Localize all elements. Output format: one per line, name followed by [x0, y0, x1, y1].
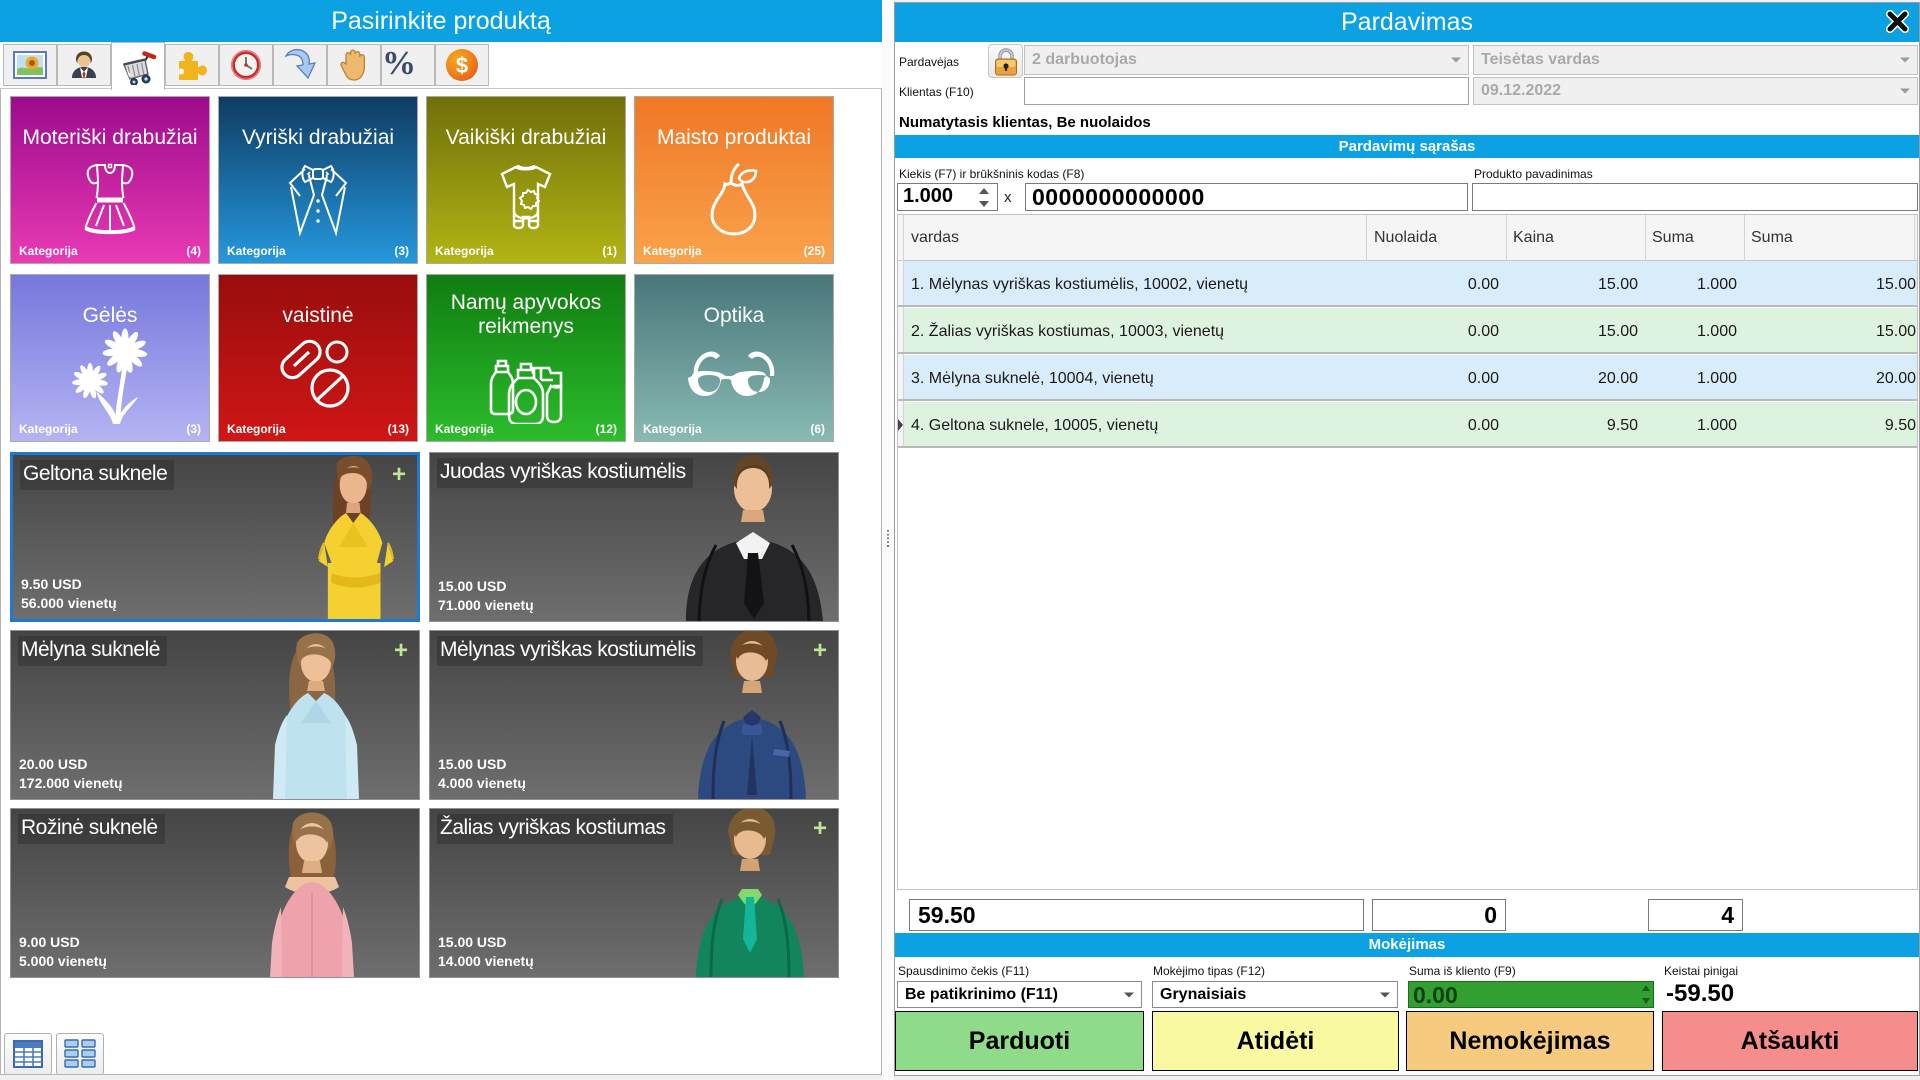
svg-text:$: $	[456, 53, 468, 78]
